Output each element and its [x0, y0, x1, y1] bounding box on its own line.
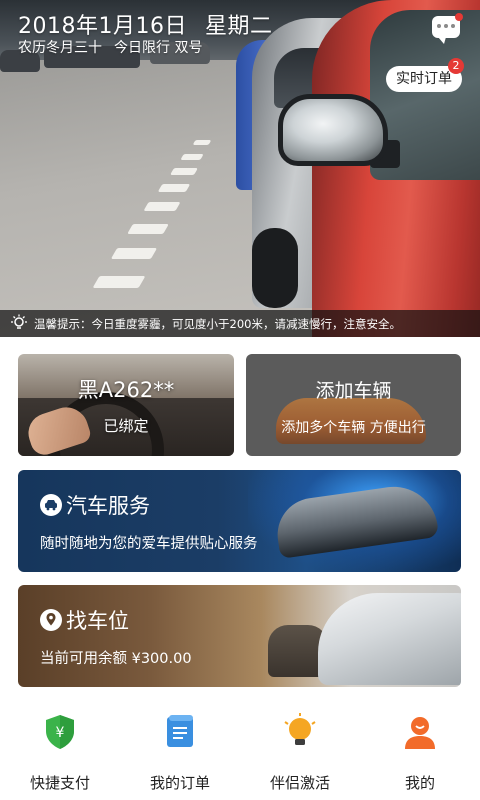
- scroll-order-icon: [160, 712, 200, 752]
- lunar-restriction-line: 农历冬月三十 今日限行 双号: [18, 37, 202, 57]
- find-parking-card[interactable]: 找车位 当前可用余额 ¥300.00: [18, 585, 461, 687]
- car-plate-number: 黑A262**: [77, 378, 175, 402]
- unread-dot: [455, 13, 463, 21]
- add-car-card[interactable]: 添加车辆 添加多个车辆 方便出行: [246, 354, 461, 456]
- lane-marking: [169, 168, 199, 175]
- find-parking-title: 找车位: [66, 609, 129, 633]
- car-bound-status: 已绑定: [103, 417, 149, 435]
- white-car-image: [318, 593, 461, 685]
- notice-text: 温馨提示：今日重度雾霾，可见度小于200米，请减速慢行，注意安全。: [34, 316, 401, 331]
- car-wheel: [252, 228, 298, 308]
- traffic-restriction: 今日限行 双号: [114, 40, 203, 56]
- nav-item-mine[interactable]: 我的: [360, 700, 480, 800]
- lane-marking: [143, 202, 181, 211]
- lightbulb-notice-icon: [0, 310, 34, 337]
- weekday-text: 星期二: [204, 14, 273, 39]
- lane-marking: [92, 276, 146, 288]
- date-text: 2018年1月16日: [18, 14, 187, 39]
- nav-item-partner-activate[interactable]: 伴侣激活: [240, 700, 360, 800]
- nav-label-quick-pay: 快捷支付: [29, 774, 90, 792]
- side-mirror: [278, 94, 388, 166]
- location-pin-icon: [40, 609, 62, 631]
- parking-balance: 当前可用余额 ¥300.00: [40, 651, 192, 667]
- shield-yen-icon: ¥: [40, 712, 80, 752]
- lane-marking: [127, 224, 169, 234]
- nav-label-partner-activate: 伴侣激活: [269, 774, 330, 792]
- nav-label-my-orders: 我的订单: [149, 774, 210, 792]
- my-car-card[interactable]: 黑A262** 已绑定: [18, 354, 234, 456]
- date-line: 2018年1月16日 星期二: [18, 8, 273, 40]
- hero-banner: 2018年1月16日 星期二 农历冬月三十 今日限行 双号 实时订单 2 温馨提示：…: [0, 0, 480, 337]
- notice-bar: 温馨提示：今日重度雾霾，可见度小于200米，请减速慢行，注意安全。: [0, 310, 480, 337]
- realtime-orders-badge: 2: [448, 58, 464, 74]
- message-button[interactable]: [432, 13, 463, 44]
- car-service-title: 汽车服务: [66, 494, 150, 518]
- add-car-subtitle: 添加多个车辆 方便出行: [281, 420, 426, 436]
- svg-text:¥: ¥: [56, 725, 65, 741]
- nav-item-quick-pay[interactable]: ¥ 快捷支付: [0, 700, 120, 800]
- chat-bubble-icon: [437, 24, 455, 30]
- car-service-card[interactable]: 汽车服务 随时随地为您的爱车提供贴心服务: [18, 470, 461, 572]
- lane-marking: [157, 184, 191, 192]
- parked-red-car: [312, 0, 480, 337]
- car-service-subtitle: 随时随地为您的爱车提供贴心服务: [40, 536, 258, 552]
- lane-marking: [110, 248, 158, 259]
- nav-item-my-orders[interactable]: 我的订单: [120, 700, 240, 800]
- user-avatar-icon: [400, 712, 440, 752]
- lunar-date: 农历冬月三十: [18, 40, 102, 56]
- car-service-icon: [40, 494, 62, 516]
- bottom-nav: ¥ 快捷支付 我的订单 伴侣激活 我的: [0, 700, 480, 800]
- nav-label-mine: 我的: [404, 774, 435, 792]
- lane-marking: [180, 154, 204, 160]
- lightbulb-icon: [280, 712, 320, 752]
- add-car-title: 添加车辆: [315, 380, 392, 402]
